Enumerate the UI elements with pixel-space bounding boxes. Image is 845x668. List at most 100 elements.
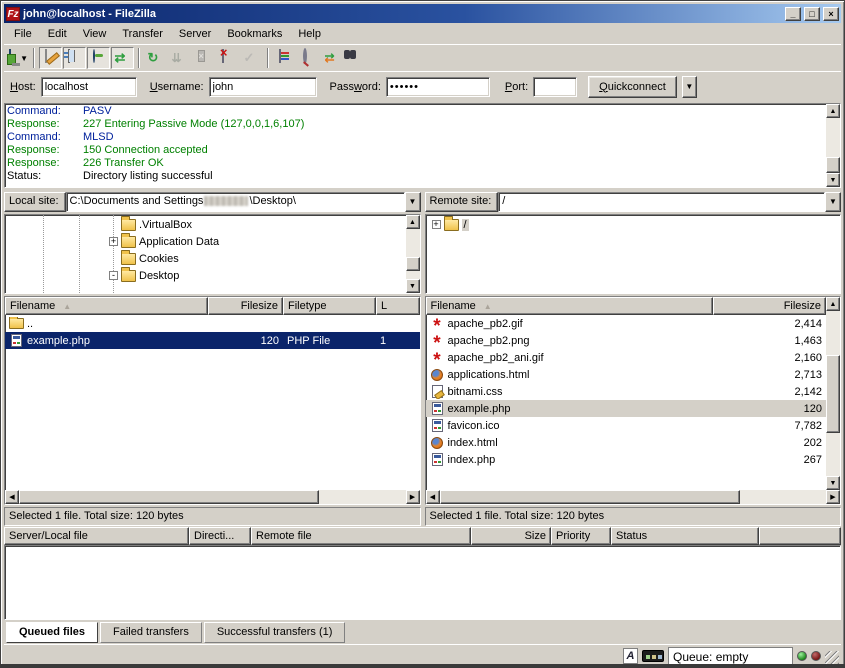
menu-item-file[interactable]: File [6,26,40,42]
file-search-button[interactable] [297,47,320,69]
menu-item-help[interactable]: Help [290,26,329,42]
process-queue-button[interactable]: ⇊ [168,47,191,69]
toggle-local-tree-button[interactable] [63,47,86,69]
tree-item-virtualbox[interactable]: +.VirtualBox [5,216,406,233]
scrollbar-thumb[interactable] [440,490,740,504]
scrollbar-thumb[interactable] [19,490,319,504]
message-log: Command:PASV Response:227 Entering Passi… [4,103,841,188]
search-icon [303,48,307,64]
local-list-hscrollbar[interactable]: ◀ ▶ [5,490,420,504]
scrollbar-thumb[interactable] [406,257,420,271]
remote-site-combo[interactable]: / [498,192,825,212]
speed-limits-icon[interactable] [642,650,664,662]
local-tree-scrollbar[interactable]: ▲ ▼ [406,215,420,293]
scroll-down-button[interactable]: ▼ [406,279,420,293]
scroll-down-button[interactable]: ▼ [826,173,840,187]
list-item-bitnami-css[interactable]: bitnami.css2,142 [426,383,827,400]
directory-filter-button[interactable] [273,47,296,69]
list-item-favicon-ico[interactable]: favicon.ico7,782 [426,417,827,434]
column-header-filesize[interactable]: Filesize [713,297,827,315]
list-item-apache-pb2-gif[interactable]: *apache_pb2.gif2,414 [426,315,827,332]
compare-directories-button[interactable]: ⇄ [321,47,344,69]
folder-icon [9,318,24,329]
column-header-direction[interactable]: Directi... [189,527,251,545]
list-item-index-html[interactable]: index.html202 [426,434,827,451]
menu-item-bookmarks[interactable]: Bookmarks [219,26,290,42]
scrollbar-thumb[interactable] [826,355,840,433]
scroll-down-button[interactable]: ▼ [826,476,840,490]
remote-list-scrollbar[interactable]: ▲ ▼ [826,297,840,490]
find-files-button[interactable] [345,47,368,69]
log-scrollbar[interactable]: ▲ ▼ [826,104,840,187]
column-header-remote-file[interactable]: Remote file [251,527,471,545]
column-header-size[interactable]: Size [471,527,551,545]
queue-tabs: Queued files Failed transfers Successful… [4,620,841,644]
list-item-example-php[interactable]: example.php120 [426,400,827,417]
site-manager-button[interactable]: ▼ [6,47,29,69]
chevron-down-icon[interactable]: ▼ [20,54,28,63]
column-header-filetype[interactable]: Filetype [283,297,376,315]
scroll-left-button[interactable]: ◀ [426,490,440,504]
scroll-right-button[interactable]: ▶ [406,490,420,504]
list-item-parent-dir[interactable]: .. [5,315,420,332]
apache-image-icon: * [430,351,445,365]
column-header-filesize[interactable]: Filesize [208,297,283,315]
toggle-message-log-button[interactable] [39,47,62,69]
list-item-apache-pb2-ani-gif[interactable]: *apache_pb2_ani.gif2,160 [426,349,827,366]
apache-image-icon: * [430,334,445,348]
scroll-left-button[interactable]: ◀ [5,490,19,504]
scrollbar-thumb[interactable] [826,157,840,173]
expand-icon[interactable]: + [109,237,118,246]
ascii-transfer-type-icon[interactable]: A [623,648,638,664]
tree-item-desktop[interactable]: -Desktop [5,267,406,284]
collapse-icon[interactable]: - [109,271,118,280]
tab-successful-transfers[interactable]: Successful transfers (1) [204,622,346,643]
scroll-up-button[interactable]: ▲ [826,104,840,118]
resize-grip[interactable] [825,651,839,665]
remote-site-label: Remote site: [425,192,499,212]
local-site-combo[interactable]: C:\Documents and Settings\Desktop\ [66,192,405,212]
menu-item-transfer[interactable]: Transfer [114,26,171,42]
column-header-filename[interactable]: Filename▲ [426,297,713,315]
maximize-button[interactable]: □ [804,7,820,21]
port-input[interactable] [533,77,577,97]
refresh-button[interactable]: ↻ [144,47,167,69]
remote-list-hscrollbar[interactable]: ◀ ▶ [426,490,841,504]
tab-queued-files[interactable]: Queued files [6,622,98,643]
column-header-filename[interactable]: Filename▲ [5,297,208,315]
quickconnect-dropdown[interactable]: ▼ [682,76,697,98]
menu-item-view[interactable]: View [75,26,115,42]
expand-icon[interactable]: + [432,220,441,229]
disconnect-button[interactable] [216,47,239,69]
host-input[interactable] [41,77,137,97]
quickconnect-button[interactable]: Quickconnect [588,76,677,98]
php-file-icon [432,453,443,466]
tree-item-cookies[interactable]: +Cookies [5,250,406,267]
tab-failed-transfers[interactable]: Failed transfers [100,622,202,643]
reconnect-button[interactable]: ✓ [240,47,263,69]
close-button[interactable]: × [823,7,839,21]
scroll-up-button[interactable]: ▲ [406,215,420,229]
column-header-priority[interactable]: Priority [551,527,611,545]
password-input[interactable] [386,77,490,97]
tree-item-application-data[interactable]: +Application Data [5,233,406,250]
list-item-applications-html[interactable]: applications.html2,713 [426,366,827,383]
column-header-server-local-file[interactable]: Server/Local file [4,527,189,545]
scroll-right-button[interactable]: ▶ [826,490,840,504]
toggle-transfer-queue-button[interactable]: ⇄ [111,47,134,69]
scroll-up-button[interactable]: ▲ [826,297,840,311]
tree-item-root[interactable]: +/ [426,216,841,233]
minimize-button[interactable]: _ [785,7,801,21]
menu-item-server[interactable]: Server [171,26,219,42]
column-header-last-modified[interactable]: L [376,297,420,315]
local-site-dropdown[interactable]: ▼ [405,192,421,212]
remote-site-dropdown[interactable]: ▼ [825,192,841,212]
username-input[interactable] [209,77,317,97]
cancel-operation-button[interactable]: × [192,47,215,69]
list-item-apache-pb2-png[interactable]: *apache_pb2.png1,463 [426,332,827,349]
menu-item-edit[interactable]: Edit [40,26,75,42]
list-item-index-php[interactable]: index.php267 [426,451,827,468]
column-header-status[interactable]: Status [611,527,759,545]
list-item-example-php[interactable]: example.php 120 PHP File 1 [5,332,420,349]
toggle-remote-tree-button[interactable] [87,47,110,69]
